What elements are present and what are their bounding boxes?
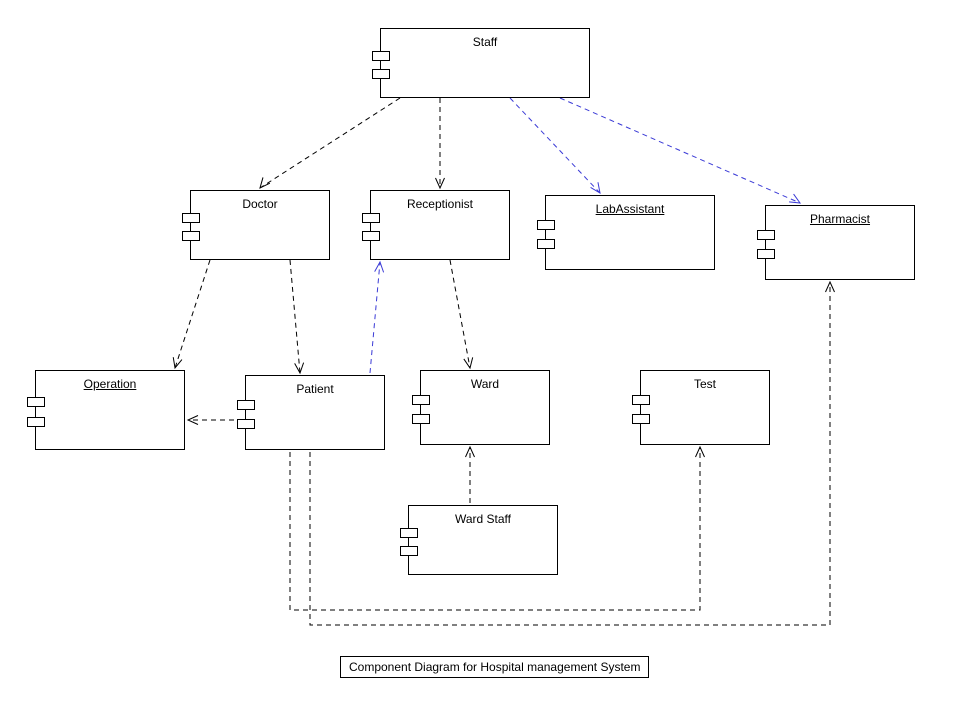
arrowhead-icon — [260, 177, 270, 188]
dependency-arrow — [175, 260, 210, 368]
component-port-icon — [757, 249, 775, 259]
link-layer — [0, 0, 960, 720]
diagram-canvas: Staff Doctor Receptionist LabAssistant Pharm… — [0, 0, 960, 720]
arrowhead-icon — [696, 447, 705, 457]
component-label: Operation — [36, 377, 184, 391]
component-wardstaff: Ward Staff — [408, 505, 558, 575]
component-port-icon — [27, 397, 45, 407]
component-labassistant: LabAssistant — [545, 195, 715, 270]
arrowhead-icon — [295, 363, 304, 373]
component-port-icon — [412, 414, 430, 424]
component-label: Test — [641, 377, 769, 391]
component-port-icon — [362, 213, 380, 223]
component-port-icon — [27, 417, 45, 427]
component-port-icon — [632, 395, 650, 405]
arrowhead-icon — [591, 182, 600, 193]
component-doctor: Doctor — [190, 190, 330, 260]
component-port-icon — [237, 400, 255, 410]
dependency-arrow — [310, 282, 830, 625]
component-port-icon — [537, 220, 555, 230]
arrowhead-icon — [789, 194, 800, 203]
component-label: Ward — [421, 377, 549, 391]
component-ward: Ward — [420, 370, 550, 445]
component-port-icon — [400, 546, 418, 556]
component-label: LabAssistant — [546, 202, 714, 216]
component-port-icon — [400, 528, 418, 538]
component-port-icon — [537, 239, 555, 249]
component-port-icon — [182, 213, 200, 223]
component-port-icon — [372, 51, 390, 61]
dependency-arrow — [290, 260, 300, 373]
component-pharmacist: Pharmacist — [765, 205, 915, 280]
component-port-icon — [372, 69, 390, 79]
component-label: Staff — [381, 35, 589, 49]
component-label: Ward Staff — [409, 512, 557, 526]
component-port-icon — [362, 231, 380, 241]
arrowhead-icon — [464, 357, 473, 368]
component-label: Doctor — [191, 197, 329, 211]
component-test: Test — [640, 370, 770, 445]
component-patient: Patient — [245, 375, 385, 450]
arrowhead-icon — [375, 262, 384, 272]
arrowhead-icon — [826, 282, 835, 292]
dependency-arrow — [370, 262, 380, 373]
component-label: Receptionist — [371, 197, 509, 211]
component-port-icon — [412, 395, 430, 405]
arrowhead-icon — [466, 447, 475, 457]
component-port-icon — [632, 414, 650, 424]
component-label: Patient — [246, 382, 384, 396]
dependency-arrow — [260, 98, 400, 188]
dependency-arrow — [450, 260, 470, 368]
arrowhead-icon — [173, 357, 182, 368]
arrowhead-icon — [436, 178, 445, 188]
diagram-title: Component Diagram for Hospital managemen… — [349, 660, 640, 674]
component-operation: Operation — [35, 370, 185, 450]
component-receptionist: Receptionist — [370, 190, 510, 260]
component-port-icon — [237, 419, 255, 429]
arrowhead-icon — [188, 416, 198, 425]
component-label: Pharmacist — [766, 212, 914, 226]
component-staff: Staff — [380, 28, 590, 98]
component-port-icon — [182, 231, 200, 241]
dependency-arrow — [560, 98, 800, 203]
component-port-icon — [757, 230, 775, 240]
dependency-arrow — [510, 98, 600, 193]
diagram-title-box: Component Diagram for Hospital managemen… — [340, 656, 649, 678]
